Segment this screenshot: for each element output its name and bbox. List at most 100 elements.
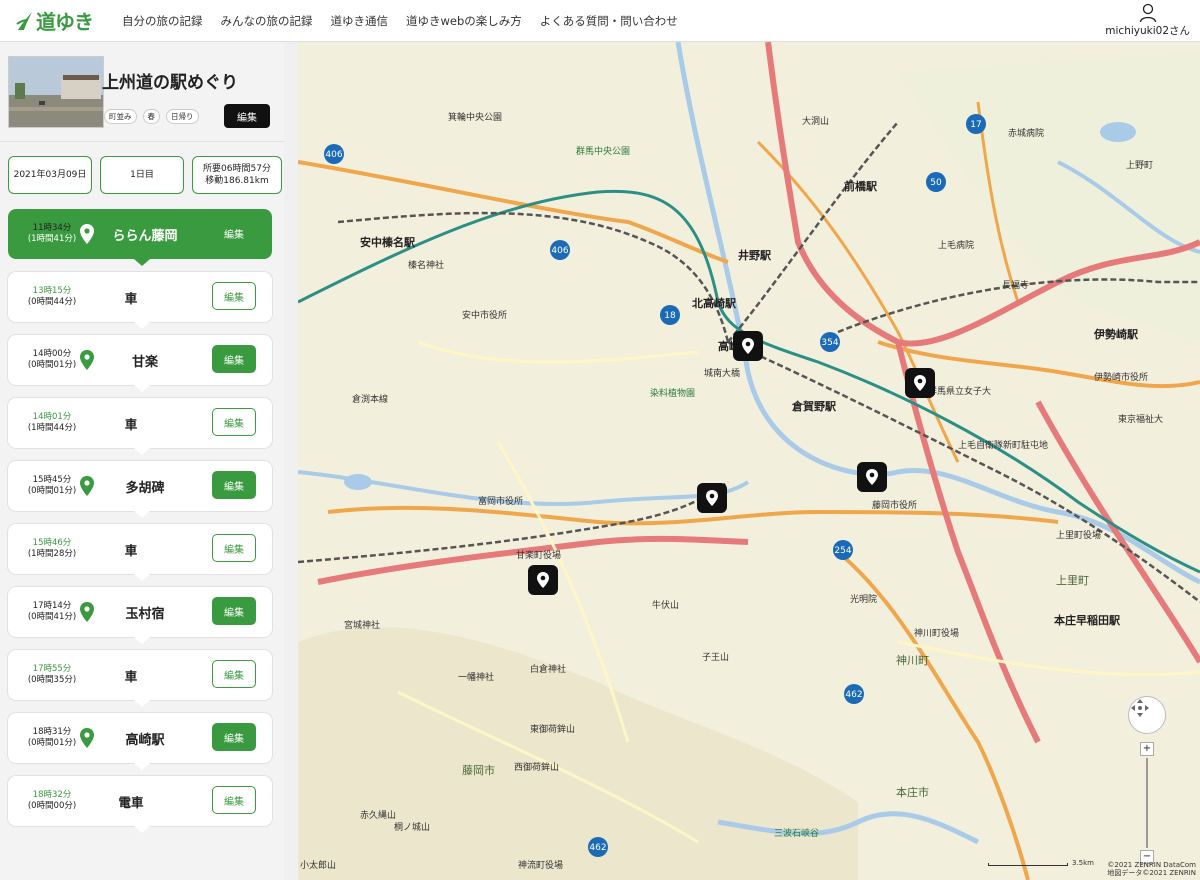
route-badge-462b: 462 (845, 690, 862, 700)
map-label-ushibuseyama: 牛伏山 (652, 601, 680, 611)
step-time: 18時31分 (0時間01分) (14, 727, 90, 750)
step-edit-button[interactable]: 編集 (212, 408, 256, 436)
map-marker-rarann-fujioka[interactable] (857, 462, 887, 492)
step-card-spot[interactable]: 15時45分 (0時間01分) 多胡碑 編集 (8, 461, 272, 518)
step-edit-button[interactable]: 編集 (212, 219, 256, 247)
route-title: 上州道の駅めぐり (102, 73, 238, 93)
nav-item-faq[interactable]: よくある質問・問い合わせ (540, 13, 678, 29)
map-compass[interactable] (1128, 696, 1166, 734)
route-badge-354: 354 (821, 338, 838, 348)
step-edit-button[interactable]: 編集 (212, 345, 256, 373)
map-label-shirakura-shrine: 白倉神社 (530, 665, 567, 675)
map-label-haruna-shrine: 榛名神社 (408, 261, 445, 271)
map-label-honjo-waseda-station: 本庄早稲田駅 (1054, 614, 1120, 627)
map-pin-icon (914, 375, 926, 391)
step-time: 11時34分 (1時間41分) (14, 223, 90, 246)
main-nav: 自分の旅の記録 みんなの旅の記録 道ゆき通信 道ゆきwebの楽しみ方 よくある質… (122, 13, 678, 29)
map-marker-tamamura[interactable] (905, 368, 935, 398)
step-card-spot[interactable]: 17時14分 (0時間41分) 玉村宿 編集 (8, 587, 272, 644)
map-marker-takasaki-station[interactable] (733, 331, 763, 361)
step-edit-button[interactable]: 編集 (212, 471, 256, 499)
route-day[interactable]: 1日目 (100, 156, 184, 194)
step-card-spot[interactable]: 18時31分 (0時間01分) 高崎駅 編集 (8, 713, 272, 770)
logo-text: 道ゆき (36, 10, 94, 34)
step-duration: (0時間01分) (27, 360, 77, 370)
map-label-fujioka-city-office: 藤岡市役所 (872, 501, 918, 511)
map-credit-line1: ©2021 ZENRIN DataCom (1107, 860, 1196, 869)
map-pin-icon (706, 490, 718, 506)
step-duration: (1時間44分) (27, 423, 77, 433)
map-label-ino-station: 井野駅 (738, 249, 771, 262)
route-duration: 所要06時間57分 (203, 163, 271, 174)
step-name: ららん藤岡 (112, 228, 178, 244)
map-marker-kanra[interactable] (528, 565, 558, 595)
step-duration: (0時間01分) (27, 486, 77, 496)
step-start-time: 17時55分 (32, 663, 72, 674)
step-edit-button[interactable]: 編集 (212, 534, 256, 562)
map-label-kuragano-station: 倉賀野駅 (792, 400, 836, 413)
user-menu[interactable]: michiyuki02さん (1105, 3, 1190, 38)
map-label-tomioka-city-office: 富岡市役所 (478, 497, 524, 507)
route-badge-406: 406 (325, 150, 342, 160)
step-card-move[interactable]: 15時46分 (1時間28分) 車 編集 (8, 524, 272, 581)
map-label-kirinojoyama: 桐ノ城山 (394, 823, 431, 833)
map-credit-line2: 地図データ©2021 ZENRIN (1107, 869, 1196, 878)
map-label-kamikawa-town-office: 神川町役場 (914, 629, 960, 639)
step-card-spot[interactable]: 14時00分 (0時間01分) 甘楽 編集 (8, 335, 272, 392)
route-edit-button[interactable]: 編集 (224, 104, 270, 128)
step-name: 車 (124, 668, 138, 684)
route-distance: 移動186.81km (205, 176, 269, 186)
user-icon (1139, 3, 1156, 23)
route-badge-254: 254 (834, 546, 851, 556)
map-label-ueno-town: 上野町 (1126, 161, 1154, 171)
step-edit-button[interactable]: 編集 (212, 786, 256, 814)
map-credit: ©2021 ZENRIN DataCom 地図データ©2021 ZENRIN (1107, 861, 1196, 879)
step-card-move[interactable]: 17時55分 (0時間35分) 車 編集 (8, 650, 272, 707)
route-badge-406b: 406 (551, 246, 568, 256)
map-label-annaka-city-office: 安中市役所 (462, 311, 508, 321)
map-marker-tagohi[interactable] (697, 483, 727, 513)
step-card-spot[interactable]: 11時34分 (1時間41分) ららん藤岡 編集 (8, 209, 272, 266)
zoom-in-button[interactable]: + (1140, 742, 1154, 756)
map-label-kitatakasaki-station: 北高崎駅 (692, 297, 736, 310)
step-time: 14時01分 (1時間44分) (14, 412, 90, 435)
map-pin-icon (80, 476, 94, 496)
map-label-jomo-hospital: 上毛病院 (938, 241, 975, 251)
map-label-kamisato-town-office: 上里町役場 (1056, 531, 1102, 541)
route-thumbnail (8, 56, 104, 128)
nav-item-news[interactable]: 道ゆき通信 (331, 13, 389, 29)
sidebar-scrollbar[interactable] (284, 42, 298, 880)
step-time: 13時15分 (0時間44分) (14, 286, 90, 309)
map-pin-icon (80, 224, 94, 244)
step-edit-button[interactable]: 編集 (212, 597, 256, 625)
route-date: 2021年03月09日 (8, 156, 92, 194)
step-edit-button[interactable]: 編集 (212, 723, 256, 751)
map-label-honjo-city: 本庄市 (896, 786, 929, 799)
route-sidebar: 上州道の駅めぐり 町並み 春 日帰り 編集 2021年03月09日 1日目 所要… (0, 42, 298, 880)
logo[interactable]: 道ゆき (0, 6, 110, 35)
step-edit-button[interactable]: 編集 (212, 660, 256, 688)
nav-item-everyone-records[interactable]: みんなの旅の記録 (221, 13, 313, 29)
route-duration-distance: 所要06時間57分 移動186.81km (192, 156, 282, 194)
step-edit-button[interactable]: 編集 (212, 282, 256, 310)
step-card-move[interactable]: 18時32分 (0時間00分) 電車 編集 (8, 776, 272, 833)
top-header: 道ゆき 自分の旅の記録 みんなの旅の記録 道ゆき通信 道ゆきwebの楽しみ方 よ… (0, 0, 1200, 42)
route-badge-50: 50 (930, 178, 942, 188)
nav-item-how-to[interactable]: 道ゆきwebの楽しみ方 (406, 13, 522, 29)
nav-item-my-records[interactable]: 自分の旅の記録 (122, 13, 203, 29)
route-header: 上州道の駅めぐり 町並み 春 日帰り 編集 (0, 42, 298, 142)
map-view[interactable]: 406 406 18 354 254 462 17 50 462 前橋駅 井野駅… (298, 42, 1200, 880)
step-start-time: 18時32分 (32, 789, 72, 800)
step-start-time: 11時34分 (32, 222, 72, 233)
step-card-move[interactable]: 14時01分 (1時間44分) 車 編集 (8, 398, 272, 455)
step-card-move[interactable]: 13時15分 (0時間44分) 車 編集 (8, 272, 272, 329)
map-label-kanna-town-office: 神流町役場 (518, 861, 564, 871)
step-duration: (0時間00分) (27, 801, 77, 811)
map-pin-icon (80, 728, 94, 748)
map-scale-label: 3.5km (1072, 859, 1095, 867)
map-label-koouzan: 子王山 (702, 653, 730, 663)
zoom-slider-track[interactable] (1146, 758, 1148, 848)
step-start-time: 18時31分 (32, 726, 72, 737)
step-time: 17時14分 (0時間41分) (14, 601, 90, 624)
map-label-ichiman-shrine: 一幡神社 (458, 673, 495, 683)
